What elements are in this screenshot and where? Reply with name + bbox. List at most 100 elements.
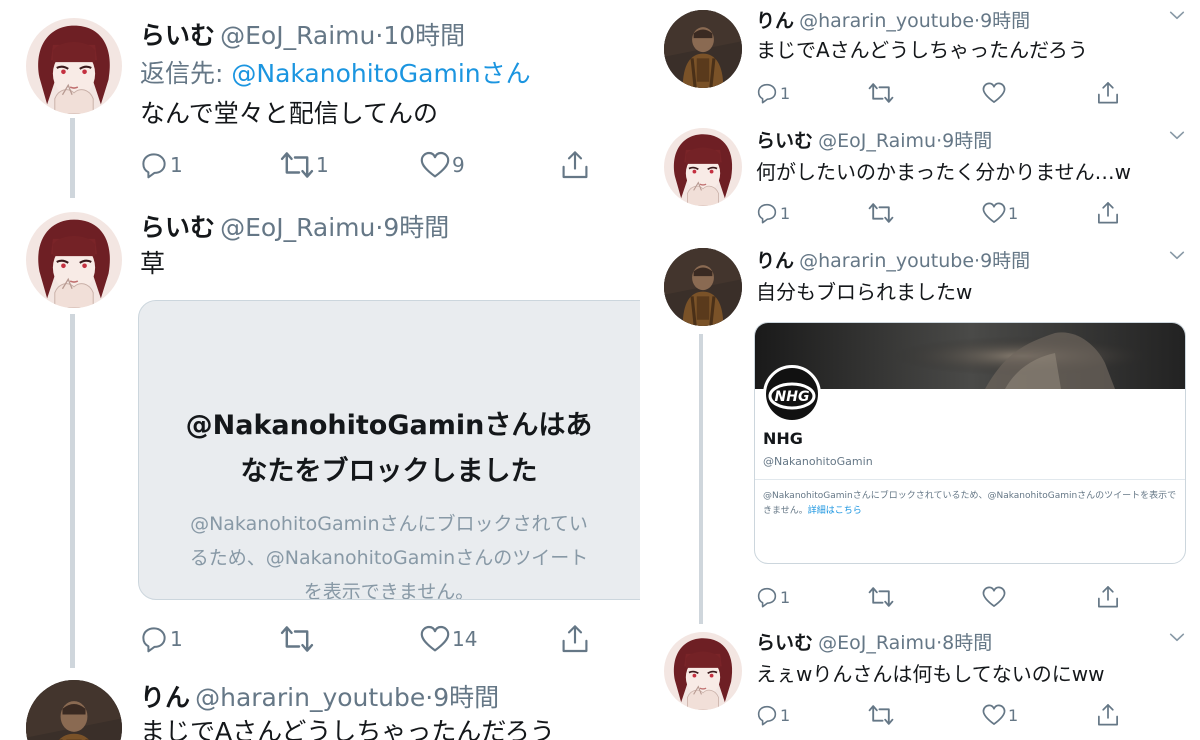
blocked-card-title-line: @NakanohitoGaminさんはあ bbox=[185, 410, 593, 441]
reply-mention-link[interactable]: @NakanohitoGaminさん bbox=[231, 59, 530, 88]
blocked-card-title: @NakanohitoGaminさんはあ なたをブロックしました bbox=[139, 403, 639, 495]
blocked-card-message-line: @NakanohitoGaminさんにブロックされてい bbox=[190, 513, 588, 535]
avatar[interactable] bbox=[664, 128, 742, 206]
user-handle[interactable]: @hararin_youtube bbox=[799, 250, 974, 272]
share-button[interactable] bbox=[560, 150, 590, 180]
tweet-text: 何がしたいのかまったく分かりません…w bbox=[756, 160, 1131, 184]
timestamp[interactable]: 9時間 bbox=[383, 213, 449, 242]
like-button[interactable]: 14 bbox=[420, 624, 560, 654]
reply-button[interactable]: 1 bbox=[756, 586, 868, 608]
retweet-button[interactable] bbox=[868, 702, 982, 728]
tweet-header: らいむ @EoJ_Raimu·9時間 bbox=[140, 208, 449, 244]
reply-icon bbox=[756, 704, 778, 726]
timestamp[interactable]: 8時間 bbox=[942, 632, 992, 654]
card-account-name: NHG bbox=[763, 429, 803, 448]
user-handle[interactable]: @hararin_youtube bbox=[195, 683, 425, 712]
like-button[interactable]: 1 bbox=[982, 703, 1096, 727]
link-preview-card[interactable]: NHG NHG @NakanohitoGamin @NakanohitoGami… bbox=[754, 322, 1186, 564]
heart-icon bbox=[420, 624, 450, 654]
user-handle[interactable]: @EoJ_Raimu bbox=[818, 632, 936, 654]
share-icon bbox=[560, 150, 590, 180]
retweet-icon bbox=[868, 584, 894, 610]
nhg-logo-image: NHG bbox=[768, 382, 816, 410]
tweet-menu-button[interactable] bbox=[1168, 628, 1186, 650]
timestamp[interactable]: 9時間 bbox=[980, 10, 1030, 32]
reply-button[interactable]: 1 bbox=[140, 151, 280, 179]
share-icon bbox=[1096, 201, 1120, 225]
like-count: 14 bbox=[452, 627, 478, 651]
user-handle[interactable]: @EoJ_Raimu bbox=[220, 21, 375, 50]
thread-line bbox=[70, 314, 75, 668]
reply-button[interactable]: 1 bbox=[140, 625, 280, 653]
tweet-actions: 1 1 9 bbox=[140, 148, 590, 182]
timestamp[interactable]: 9時間 bbox=[433, 683, 499, 712]
share-button[interactable] bbox=[1096, 81, 1120, 105]
tweet-menu-button[interactable] bbox=[1168, 126, 1186, 148]
display-name[interactable]: りん bbox=[756, 250, 794, 272]
retweet-button[interactable] bbox=[280, 622, 420, 656]
like-button[interactable]: 9 bbox=[420, 150, 560, 180]
share-button[interactable] bbox=[1096, 201, 1120, 225]
tweet-text: まじでAさんどうしちゃったんだろう bbox=[140, 717, 555, 740]
timestamp[interactable]: 9時間 bbox=[980, 250, 1030, 272]
tweet-text: 自分もブロられましたw bbox=[756, 280, 973, 304]
reply-button[interactable]: 1 bbox=[756, 704, 868, 726]
tweet-text: なんで堂々と配信してんの bbox=[140, 99, 439, 128]
tweet-header: りん @hararin_youtube·9時間 bbox=[140, 678, 499, 714]
tweet-header: りん @hararin_youtube·9時間 bbox=[756, 6, 1030, 33]
tweet-actions: 1 1 bbox=[756, 702, 1120, 728]
retweet-button[interactable]: 1 bbox=[280, 148, 420, 182]
display-name[interactable]: りん bbox=[756, 10, 794, 32]
like-button[interactable]: 1 bbox=[982, 201, 1096, 225]
avatar[interactable] bbox=[26, 212, 122, 308]
tweet-text: えぇwりんさんは何もしてないのにww bbox=[756, 662, 1105, 686]
like-button[interactable] bbox=[982, 585, 1096, 609]
reply-icon bbox=[756, 586, 778, 608]
avatar[interactable] bbox=[26, 680, 122, 740]
retweet-button[interactable] bbox=[868, 584, 982, 610]
avatar[interactable] bbox=[664, 10, 742, 88]
blocked-quote-card[interactable]: @NakanohitoGaminさんはあ なたをブロックしました @Nakano… bbox=[138, 300, 640, 600]
left-screenshot-panel: らいむ @EoJ_Raimu·10時間 返信先: @NakanohitoGami… bbox=[0, 0, 640, 740]
reply-icon bbox=[140, 151, 168, 179]
tweet-menu-button[interactable] bbox=[1168, 6, 1186, 28]
retweet-button[interactable] bbox=[868, 200, 982, 226]
like-count: 9 bbox=[452, 153, 465, 177]
like-button[interactable] bbox=[982, 81, 1096, 105]
user-handle[interactable]: @EoJ_Raimu bbox=[818, 130, 936, 152]
retweet-icon bbox=[280, 148, 314, 182]
share-icon bbox=[1096, 81, 1120, 105]
display-name[interactable]: らいむ bbox=[756, 632, 813, 654]
avatar[interactable] bbox=[664, 632, 742, 710]
display-name[interactable]: らいむ bbox=[140, 21, 215, 50]
reply-icon bbox=[140, 625, 168, 653]
timestamp[interactable]: 10時間 bbox=[383, 21, 465, 50]
tweet-header: らいむ @EoJ_Raimu·10時間 bbox=[140, 16, 465, 52]
retweet-icon bbox=[868, 80, 894, 106]
reply-count: 1 bbox=[170, 153, 183, 177]
reply-button[interactable]: 1 bbox=[756, 202, 868, 224]
avatar[interactable] bbox=[664, 248, 742, 326]
retweet-icon bbox=[280, 622, 314, 656]
timestamp[interactable]: 9時間 bbox=[942, 130, 992, 152]
user-handle[interactable]: @hararin_youtube bbox=[799, 10, 974, 32]
reply-count: 1 bbox=[780, 203, 791, 223]
avatar[interactable] bbox=[26, 18, 122, 114]
share-button[interactable] bbox=[1096, 703, 1120, 727]
heart-icon bbox=[420, 150, 450, 180]
reply-button[interactable]: 1 bbox=[756, 82, 868, 104]
display-name[interactable]: らいむ bbox=[756, 130, 813, 152]
chevron-down-icon bbox=[1168, 251, 1186, 268]
reply-to-label: 返信先: bbox=[140, 59, 232, 88]
retweet-button[interactable] bbox=[868, 80, 982, 106]
user-handle[interactable]: @EoJ_Raimu bbox=[220, 213, 375, 242]
display-name[interactable]: りん bbox=[140, 683, 190, 712]
learn-more-link[interactable]: 詳細はこちら bbox=[808, 506, 862, 516]
display-name[interactable]: らいむ bbox=[140, 213, 215, 242]
share-button[interactable] bbox=[1096, 585, 1120, 609]
retweet-icon bbox=[868, 702, 894, 728]
share-button[interactable] bbox=[560, 624, 590, 654]
nhg-logo: NHG bbox=[763, 365, 821, 423]
tweet-menu-button[interactable] bbox=[1168, 246, 1186, 268]
heart-icon bbox=[982, 585, 1006, 609]
